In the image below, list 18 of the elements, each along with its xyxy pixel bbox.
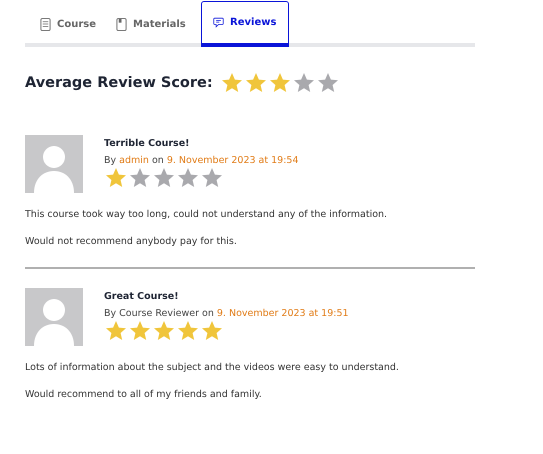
average-score-label: Average Review Score: bbox=[25, 75, 213, 91]
document-icon bbox=[40, 18, 51, 30]
tab[interactable]: Reviews bbox=[200, 1, 289, 47]
date-link[interactable]: 9. November 2023 at 19:51 bbox=[216, 308, 349, 319]
review-text: Would recommend to all of my friends and family. bbox=[25, 389, 263, 400]
review-title: Terrible Course! bbox=[104, 138, 190, 149]
review-byline: By Course Reviewer on 9. November 2023 at 19:51 bbox=[104, 308, 349, 319]
tab[interactable]: Course bbox=[30, 5, 106, 47]
book-icon bbox=[116, 18, 127, 30]
review-text: Lots of information about the subject and the videos were easy to understand. bbox=[25, 362, 400, 373]
chat-icon bbox=[213, 16, 224, 29]
review-byline: By admin on 9. November 2023 at 19:54 bbox=[104, 155, 298, 166]
author-link[interactable]: admin bbox=[119, 155, 149, 166]
review-text: This course took way too long, could not understand any of the information. bbox=[25, 209, 388, 220]
date-link[interactable]: 9. November 2023 at 19:54 bbox=[166, 155, 298, 166]
tab[interactable]: Materials bbox=[106, 5, 196, 47]
review-text: Would not recommend anybody pay for this. bbox=[25, 236, 238, 247]
review-title: Great Course! bbox=[104, 291, 180, 302]
